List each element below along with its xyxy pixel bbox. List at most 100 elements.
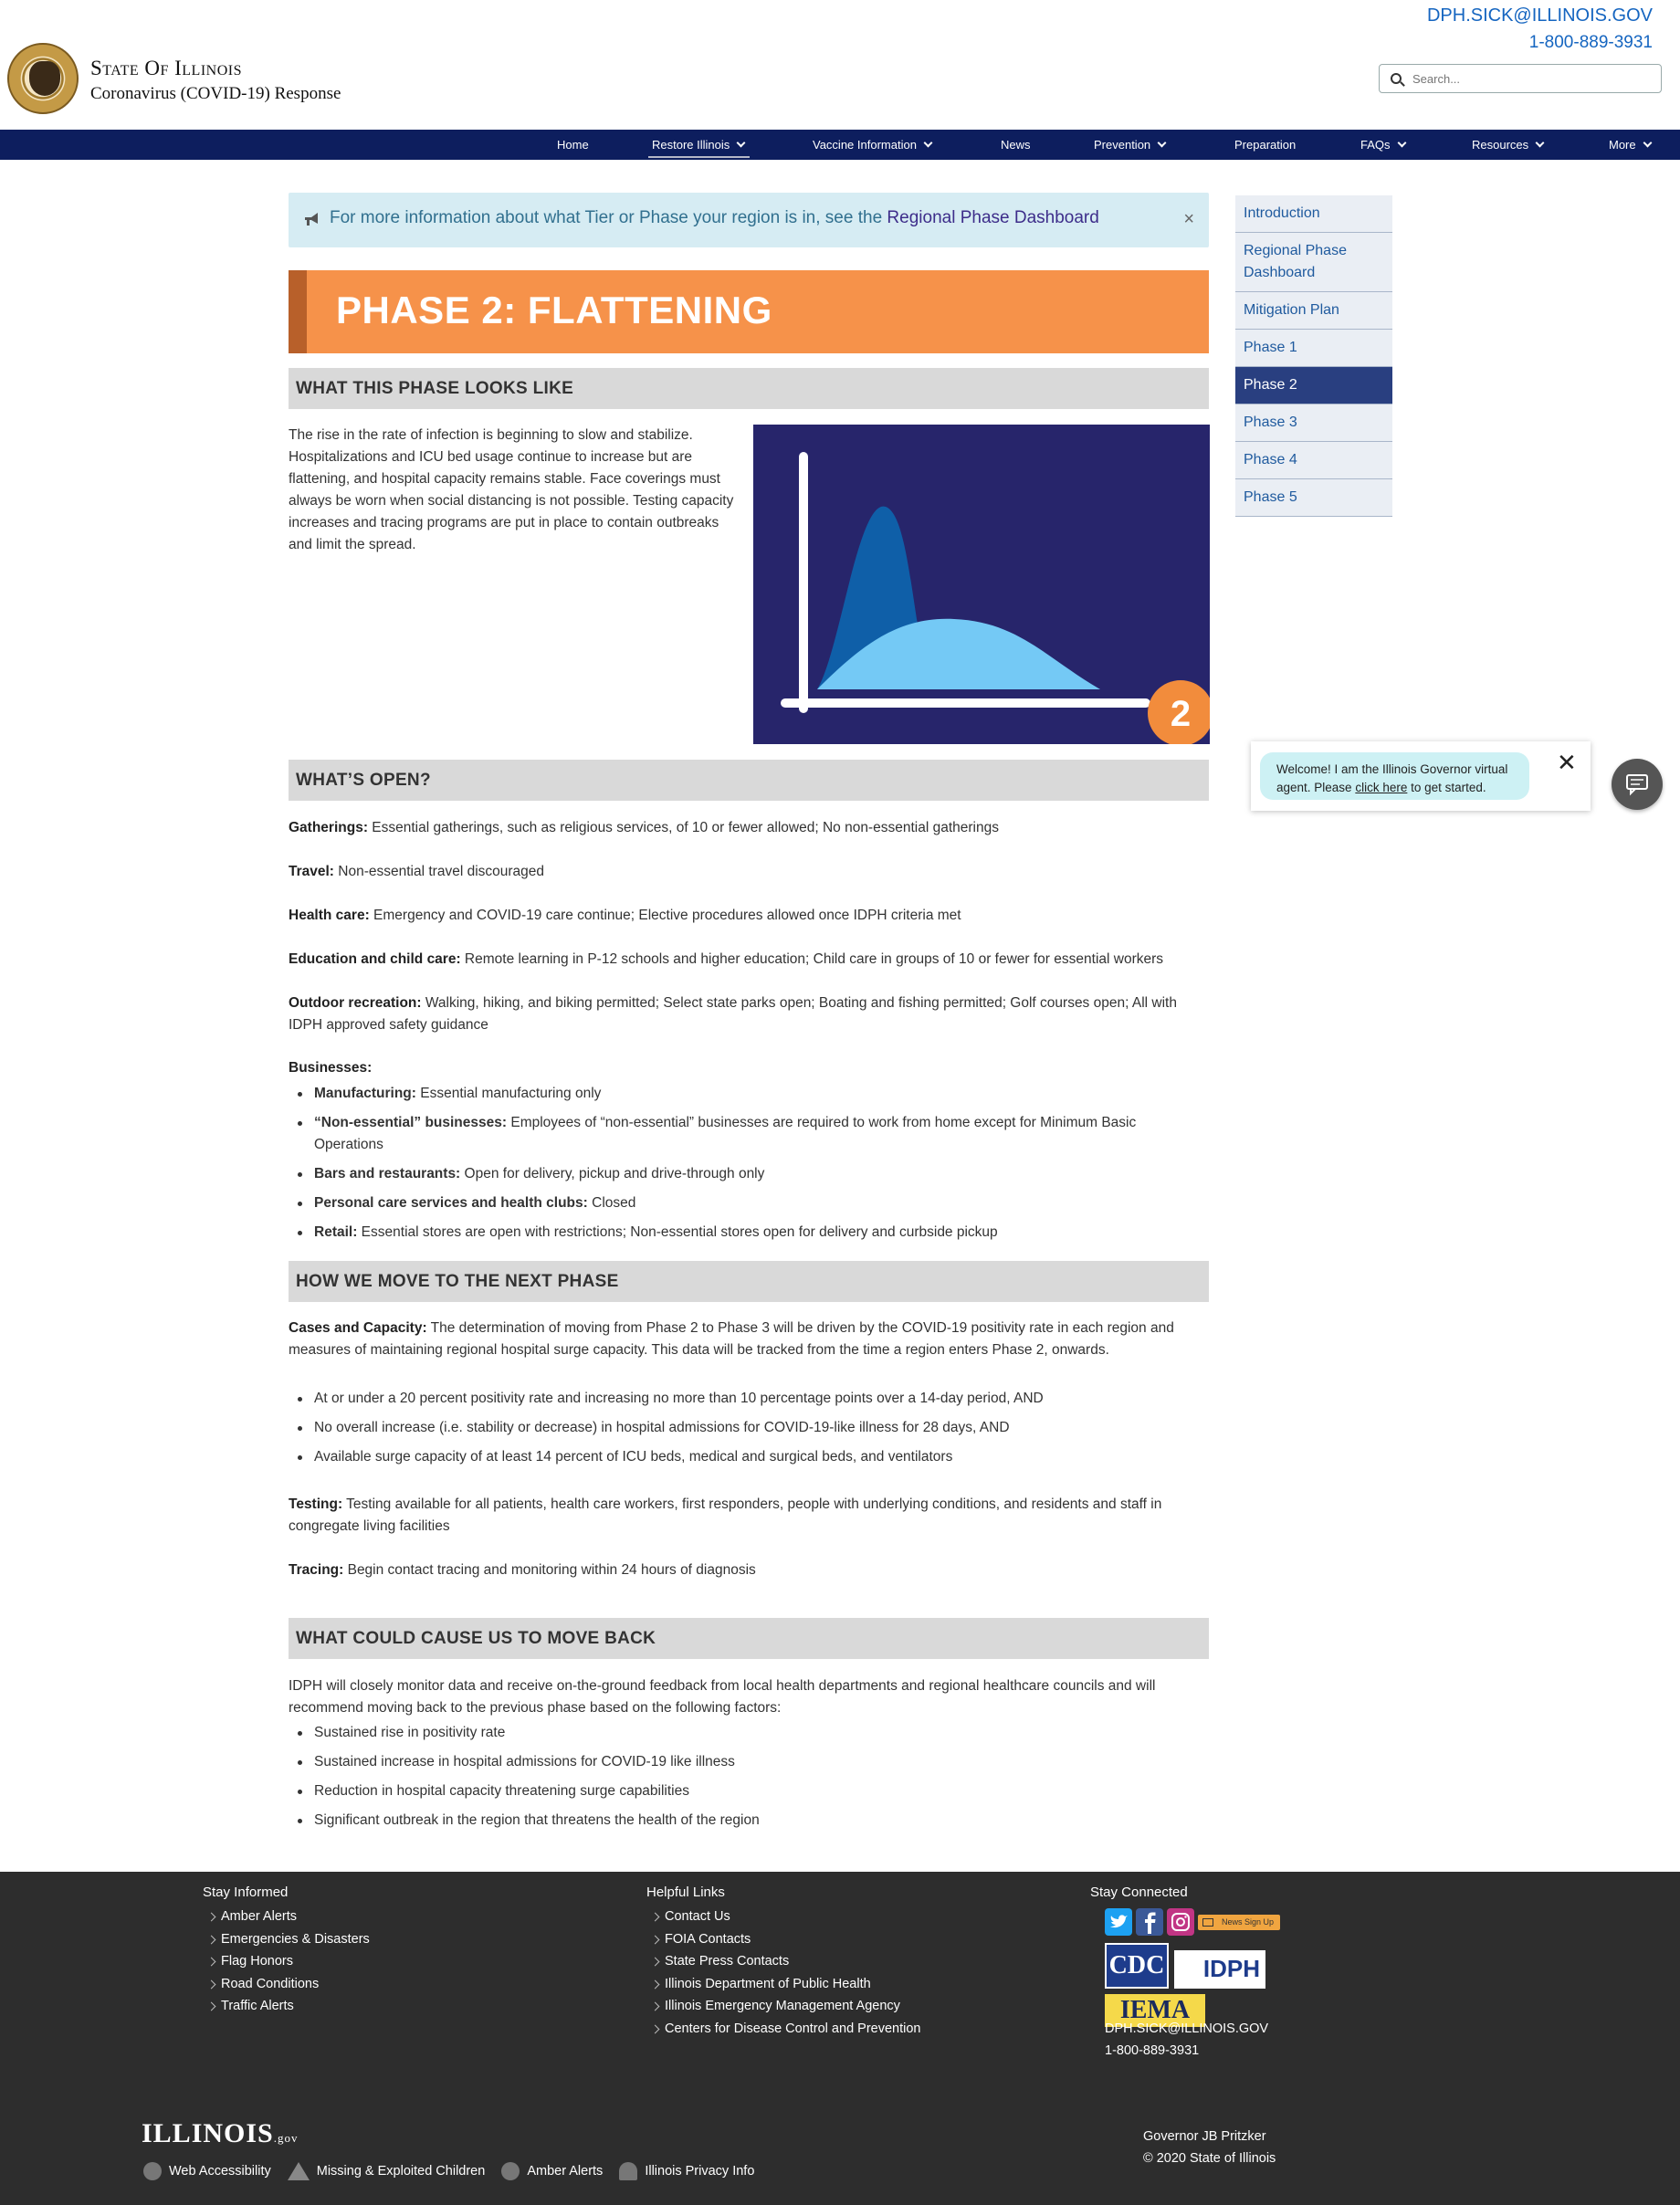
label: Gatherings: <box>289 820 368 835</box>
cdc-logo[interactable]: CDC <box>1105 1943 1169 1989</box>
privacy-info-link[interactable]: Illinois Privacy Info <box>645 2164 754 2179</box>
testing: Testing: Testing available for all patie… <box>289 1494 1209 1538</box>
chat-button[interactable] <box>1612 759 1663 810</box>
footer-link[interactable]: Illinois Emergency Management Agency <box>646 1995 920 2018</box>
nav-label: Restore Illinois <box>652 138 730 152</box>
label: Bars and restaurants: <box>314 1166 461 1181</box>
nav-faqs[interactable]: FAQs <box>1360 130 1406 160</box>
info-alert: For more information about what Tier or … <box>289 193 1209 247</box>
footer-phone-link[interactable]: 1-800-889-3931 <box>1105 2040 1268 2062</box>
side-menu-phase-2[interactable]: Phase 2 <box>1235 367 1392 404</box>
regional-phase-dashboard-link[interactable]: Regional Phase Dashboard <box>887 208 1098 227</box>
governor-name: Governor JB Pritzker <box>1143 2129 1266 2144</box>
footer-stay-informed: Stay Informed Amber Alerts Emergencies &… <box>203 1885 370 2018</box>
footer-stay-connected: Stay Connected <box>1090 1885 1188 1906</box>
footer-link[interactable]: Centers for Disease Control and Preventi… <box>646 2018 920 2041</box>
amber-alerts-link[interactable]: Amber Alerts <box>527 2164 603 2179</box>
footer-link[interactable]: Traffic Alerts <box>203 1995 370 2018</box>
phase-banner: PHASE 2: FLATTENING <box>289 270 1209 353</box>
nav-vaccine-information[interactable]: Vaccine Information <box>813 130 933 160</box>
footer-link[interactable]: Illinois Department of Public Health <box>646 1973 920 1996</box>
footer-link[interactable]: FOIA Contacts <box>646 1928 920 1951</box>
search-icon[interactable] <box>1391 73 1402 84</box>
warning-icon <box>287 2162 310 2180</box>
text: Emergency and COVID-19 care continue; El… <box>369 908 961 923</box>
open-health-care: Health care: Emergency and COVID-19 care… <box>289 905 1209 927</box>
list-item: Sustained increase in hospital admission… <box>289 1751 1209 1773</box>
open-education: Education and child care: Remote learnin… <box>289 949 1209 971</box>
search-input[interactable] <box>1412 71 1650 86</box>
open-travel: Travel: Non-essential travel discouraged <box>289 861 1209 883</box>
header-contact: DPH.SICK@ILLINOIS.GOV 1-800-889-3931 <box>1427 4 1653 55</box>
alert-close-button[interactable]: × <box>1183 209 1194 230</box>
footer-email-link[interactable]: DPH.SICK@ILLINOIS.GOV <box>1105 2018 1268 2040</box>
open-outdoor-recreation: Outdoor recreation: Walking, hiking, and… <box>289 992 1209 1036</box>
footer-helpful-links: Helpful Links Contact Us FOIA Contacts S… <box>646 1885 920 2040</box>
nav-restore-illinois[interactable]: Restore Illinois <box>647 130 751 160</box>
nav-label: Vaccine Information <box>813 138 917 152</box>
illinois-gov-logo[interactable]: ILLINOIS.gov <box>142 2118 298 2149</box>
text: Walking, hiking, and biking permitted; S… <box>289 995 1177 1033</box>
side-menu-phase-1[interactable]: Phase 1 <box>1235 330 1392 367</box>
main-navigation: Home Restore Illinois Vaccine Informatio… <box>0 130 1680 160</box>
brand-suffix: .gov <box>273 2131 299 2145</box>
chevron-down-icon <box>1397 138 1406 148</box>
criteria-list: At or under a 20 percent positivity rate… <box>289 1388 1209 1468</box>
nav-preparation[interactable]: Preparation <box>1234 130 1296 160</box>
nav-label: FAQs <box>1360 138 1391 152</box>
footer-link[interactable]: Contact Us <box>646 1906 920 1928</box>
nav-prevention[interactable]: Prevention <box>1094 130 1167 160</box>
list-item: No overall increase (i.e. stability or d… <box>289 1417 1209 1439</box>
label: “Non-essential” businesses: <box>314 1115 508 1130</box>
footer-link[interactable]: State Press Contacts <box>646 1950 920 1973</box>
footer-link[interactable]: Emergencies & Disasters <box>203 1928 370 1951</box>
page-title: PHASE 2: FLATTENING <box>336 289 772 331</box>
user-icon <box>619 2162 638 2180</box>
footer-credits: Governor JB Pritzker © 2020 State of Ill… <box>1143 2126 1276 2169</box>
missing-children-link[interactable]: Missing & Exploited Children <box>317 2164 486 2179</box>
facebook-icon[interactable] <box>1136 1908 1163 1936</box>
chat-close-button[interactable]: ✕ <box>1557 749 1577 777</box>
footer-bottom-links: Web Accessibility Missing & Exploited Ch… <box>143 2162 771 2180</box>
footer-contact: DPH.SICK@ILLINOIS.GOV 1-800-889-3931 <box>1105 2018 1268 2062</box>
footer-link[interactable]: Road Conditions <box>203 1973 370 1996</box>
instagram-icon[interactable] <box>1167 1908 1194 1936</box>
twitter-icon[interactable] <box>1105 1908 1132 1936</box>
side-menu-phase-5[interactable]: Phase 5 <box>1235 479 1392 517</box>
news-signup-button[interactable]: News Sign Up <box>1198 1915 1280 1930</box>
list-item: Manufacturing: Essential manufacturing o… <box>289 1083 1209 1105</box>
cases-capacity: Cases and Capacity: The determination of… <box>289 1318 1209 1361</box>
nav-news[interactable]: News <box>1001 130 1031 160</box>
chat-click-here-link[interactable]: click here <box>1355 781 1407 794</box>
footer-link[interactable]: Amber Alerts <box>203 1906 370 1928</box>
header-phone-link[interactable]: 1-800-889-3931 <box>1427 31 1653 55</box>
list-item: Sustained rise in positivity rate <box>289 1722 1209 1744</box>
nav-resources[interactable]: Resources <box>1472 130 1545 160</box>
site-title[interactable]: State Of Illinois Coronavirus (COVID-19)… <box>90 57 341 104</box>
footer: Stay Informed Amber Alerts Emergencies &… <box>0 1872 1680 2205</box>
phase-curve-graphic: 2 <box>753 425 1213 746</box>
side-menu-introduction[interactable]: Introduction <box>1235 195 1392 233</box>
state-seal-logo[interactable] <box>7 43 79 114</box>
side-menu-regional-phase-dashboard[interactable]: Regional Phase Dashboard <box>1235 233 1392 292</box>
label: Education and child care: <box>289 951 461 967</box>
list-item: Retail: Essential stores are open with r… <box>289 1222 1209 1244</box>
nav-home[interactable]: Home <box>557 130 589 160</box>
businesses-label: Businesses: <box>289 1057 1209 1079</box>
chevron-down-icon <box>736 138 746 148</box>
nav-more[interactable]: More <box>1609 130 1653 160</box>
move-back-intro: IDPH will closely monitor data and recei… <box>289 1678 1156 1716</box>
idph-logo[interactable]: IDPH <box>1174 1950 1265 1989</box>
nav-label: Resources <box>1472 138 1529 152</box>
side-menu-phase-4[interactable]: Phase 4 <box>1235 442 1392 479</box>
flattening-curve-image: 2 <box>781 452 1213 746</box>
footer-link[interactable]: Flag Honors <box>203 1950 370 1973</box>
web-accessibility-link[interactable]: Web Accessibility <box>169 2164 271 2179</box>
text: Remote learning in P-12 schools and high… <box>460 951 1164 967</box>
header-email-link[interactable]: DPH.SICK@ILLINOIS.GOV <box>1427 4 1653 27</box>
copyright: © 2020 State of Illinois <box>1143 2151 1276 2166</box>
side-menu-phase-3[interactable]: Phase 3 <box>1235 404 1392 442</box>
footer-heading: Stay Informed <box>203 1885 289 1900</box>
label: Businesses: <box>289 1060 373 1076</box>
side-menu-mitigation-plan[interactable]: Mitigation Plan <box>1235 292 1392 330</box>
